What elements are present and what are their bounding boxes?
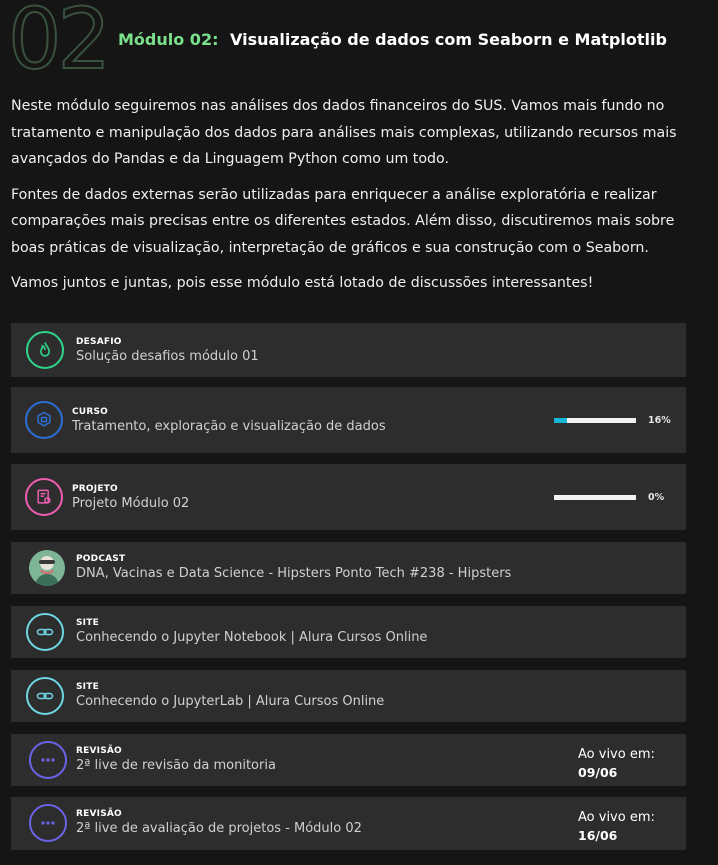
live-label: Ao vivo em:	[578, 810, 655, 825]
live-date: 09/06	[578, 765, 618, 780]
activity-card-revisao[interactable]: REVISÃO 2ª live de revisão da monitoria …	[11, 734, 686, 786]
activity-title[interactable]: Conhecendo o JupyterLab | Alura Cursos O…	[76, 694, 516, 709]
activity-type: REVISÃO	[76, 746, 122, 756]
activity-type: SITE	[76, 618, 99, 628]
course-icon	[25, 401, 63, 439]
activity-type: REVISÃO	[76, 809, 122, 819]
activity-card-desafio[interactable]: DESAFIO Solução desafios módulo 01	[11, 323, 686, 377]
activity-card-site[interactable]: SITE Conhecendo o JupyterLab | Alura Cur…	[11, 670, 686, 722]
dots-icon	[29, 804, 67, 842]
module-header: 02 Módulo 02: Visualização de dados com …	[0, 0, 718, 88]
activity-type: PODCAST	[76, 554, 126, 564]
progress-bar	[554, 495, 636, 500]
link-icon	[26, 613, 64, 651]
flame-icon	[26, 331, 64, 369]
live-label: Ao vivo em:	[578, 747, 655, 762]
live-date: 16/06	[578, 828, 618, 843]
activity-title[interactable]: Tratamento, exploração e visualização de…	[72, 419, 512, 434]
activity-card-site[interactable]: SITE Conhecendo o Jupyter Notebook | Alu…	[11, 606, 686, 658]
activity-type: CURSO	[72, 407, 108, 417]
activity-type: SITE	[76, 682, 99, 692]
activity-title[interactable]: 2ª live de avaliação de projetos - Módul…	[76, 821, 516, 836]
module-title: Módulo 02: Visualização de dados com Sea…	[118, 30, 667, 49]
module-title-text: Visualização de dados com Seaborn e Matp…	[230, 30, 667, 49]
intro-paragraph: Neste módulo seguiremos nas análises dos…	[11, 98, 677, 167]
progress-bar	[554, 418, 636, 423]
link-icon	[26, 677, 64, 715]
activity-type: PROJETO	[72, 484, 118, 494]
certificate-icon	[25, 478, 63, 516]
podcast-avatar	[29, 550, 65, 586]
module-number: 02	[7, 0, 112, 88]
activity-card-podcast[interactable]: PODCAST DNA, Vacinas e Data Science - Hi…	[11, 542, 686, 594]
activity-title[interactable]: Solução desafios módulo 01	[76, 349, 516, 364]
activity-title[interactable]: Projeto Módulo 02	[72, 496, 512, 511]
dots-icon	[29, 741, 67, 779]
progress-percent: 0%	[648, 492, 665, 503]
activity-type: DESAFIO	[76, 337, 122, 347]
activity-card-revisao[interactable]: REVISÃO 2ª live de avaliação de projetos…	[11, 797, 686, 850]
module-label: Módulo 02:	[118, 30, 219, 49]
activity-title[interactable]: DNA, Vacinas e Data Science - Hipsters P…	[76, 566, 516, 581]
activity-card-curso[interactable]: CURSO Tratamento, exploração e visualiza…	[11, 387, 686, 453]
module-description: Neste módulo seguiremos nas análises dos…	[11, 93, 701, 306]
progress-fill	[554, 418, 568, 423]
intro-paragraph: Fontes de dados externas serão utilizada…	[11, 186, 675, 256]
intro-paragraph: Vamos juntos e juntas, pois esse módulo …	[11, 275, 594, 291]
activity-title[interactable]: Conhecendo o Jupyter Notebook | Alura Cu…	[76, 630, 516, 645]
activity-title[interactable]: 2ª live de revisão da monitoria	[76, 758, 516, 773]
progress-percent: 16%	[648, 415, 671, 426]
activity-card-projeto[interactable]: PROJETO Projeto Módulo 02 0%	[11, 464, 686, 530]
